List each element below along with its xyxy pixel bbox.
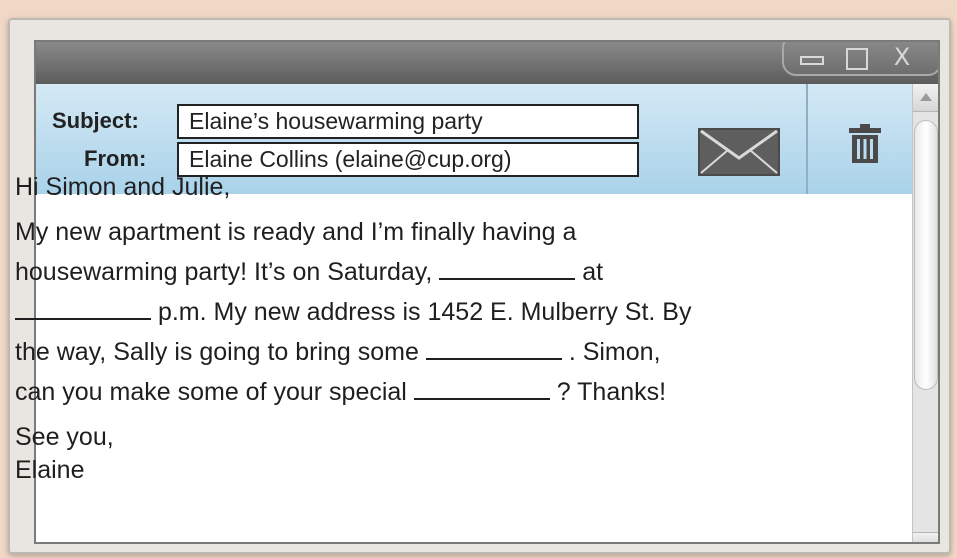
scroll-down-button[interactable] [913,532,938,542]
greeting: Hi Simon and Julie, [15,173,231,201]
scroll-up-button[interactable] [913,84,938,112]
message-line-4: the way, Sally is going to bring some . … [15,338,661,366]
email-body: Hi Simon and Julie, My new apartment is … [15,172,865,486]
vertical-scrollbar[interactable] [912,84,938,542]
trash-icon[interactable] [848,124,882,164]
message-paragraph: My new apartment is ready and I’m finall… [15,212,865,412]
scroll-thumb[interactable] [914,120,938,390]
message-line-5: can you make some of your special ? Than… [15,378,667,406]
message-line-3: p.m. My new address is 1452 E. Mulberry … [15,292,865,332]
message-line-1: My new apartment is ready and I’m finall… [15,218,577,246]
minimize-button[interactable] [792,44,828,70]
closing: See you, [15,423,114,451]
message-line-2: housewarming party! It’s on Saturday, at [15,258,604,286]
maximize-button[interactable] [836,44,872,70]
envelope-icon[interactable] [698,128,780,176]
blank-food[interactable] [425,340,562,360]
from-label: From: [84,146,147,171]
close-button[interactable]: X [884,44,920,70]
blank-time[interactable] [15,300,151,320]
window-controls: X [782,42,938,76]
blank-day[interactable] [439,260,576,280]
subject-label: Subject: [52,108,139,133]
blank-dish[interactable] [413,380,550,400]
signature: Elaine [15,456,85,484]
subject-field[interactable]: Elaine’s housewarming party [177,104,639,139]
